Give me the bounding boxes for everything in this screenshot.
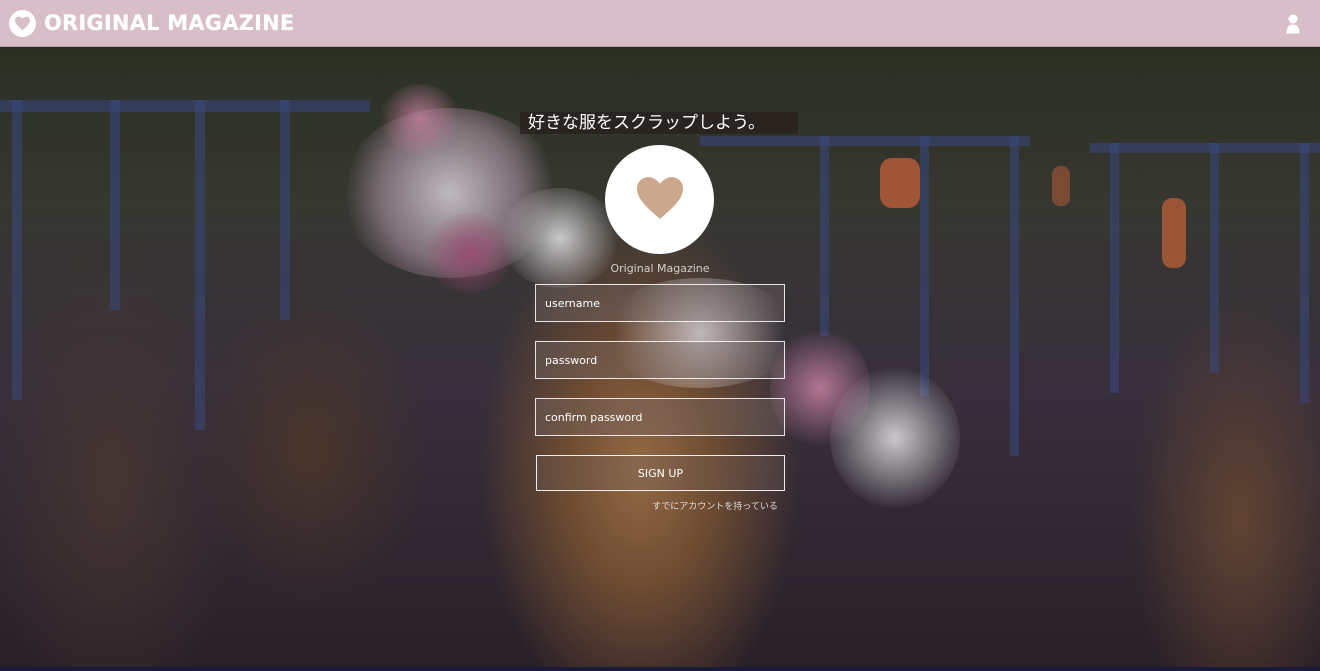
sign-up-button[interactable]: SIGN UP: [536, 455, 785, 491]
heart-icon: [634, 175, 686, 225]
bottom-strip: [0, 667, 1320, 671]
brand-name: ORIGINAL MAGAZINE: [44, 11, 295, 35]
password-input[interactable]: [535, 341, 785, 379]
username-input[interactable]: [535, 284, 785, 322]
top-navbar: ORIGINAL MAGAZINE: [0, 0, 1320, 47]
logo-caption: Original Magazine: [610, 262, 710, 275]
heart-icon: [9, 9, 36, 37]
user-icon[interactable]: [1286, 14, 1300, 34]
confirm-password-input[interactable]: [535, 398, 785, 436]
logo-circle: [605, 145, 714, 254]
login-link[interactable]: すでにアカウントを持っている: [640, 499, 790, 512]
tagline: 好きな服をスクラップしよう。: [520, 112, 798, 134]
brand-logo[interactable]: ORIGINAL MAGAZINE: [9, 9, 295, 37]
